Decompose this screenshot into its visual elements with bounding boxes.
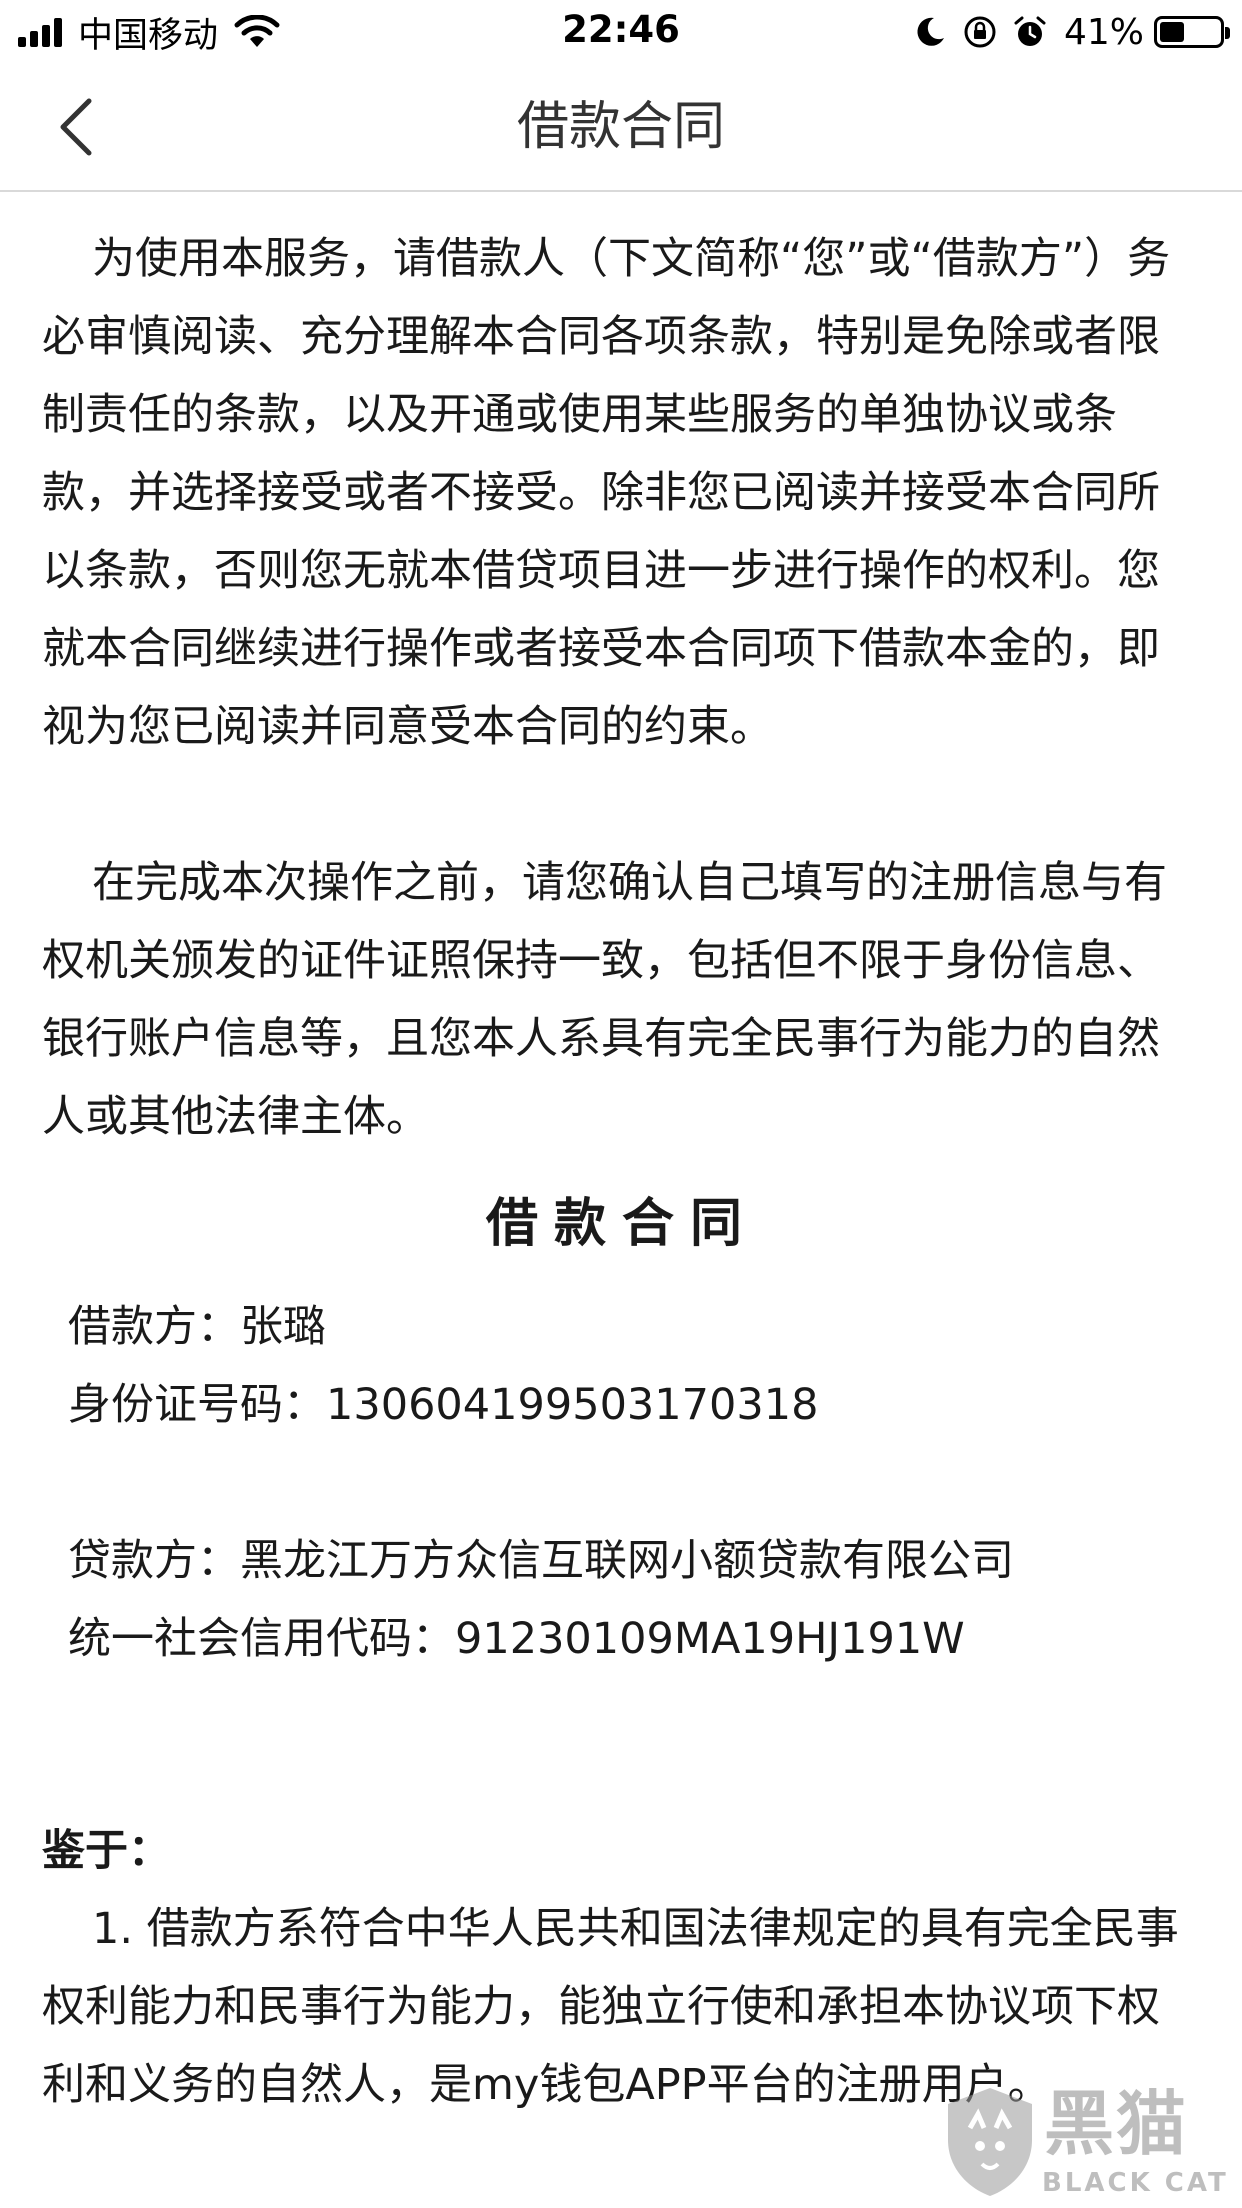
lender-label: 贷款方： (68, 1536, 240, 1586)
credit-code-label: 统一社会信用代码： (68, 1614, 455, 1664)
battery-icon (1154, 16, 1230, 48)
borrower-name: 张璐 (240, 1302, 326, 1352)
nav-bar: 借款合同 (0, 62, 1242, 192)
moon-icon (917, 17, 944, 46)
status-right: 41% (898, 10, 1230, 54)
watermark-text: 黑猫 (1044, 2083, 1188, 2165)
lender-name: 黑龙江万方众信互联网小额贷款有限公司 (240, 1536, 1014, 1586)
id-number: 130604199503170318 (326, 1380, 819, 1430)
id-label: 身份证号码： (68, 1380, 326, 1430)
id-number-line: 身份证号码：130604199503170318 (42, 1366, 1202, 1444)
lender-line: 贷款方：黑龙江万方众信互联网小额贷款有限公司 (42, 1522, 1202, 1600)
contract-heading: 借款合同 (485, 1194, 758, 1254)
whereas-heading: 鉴于： (42, 1826, 171, 1876)
cat-shield-logo-icon (948, 2088, 1032, 2196)
screen: 中国移动 22:46 41% 借款合同 为使用本服务，请借款人（下文简称“您”或… (0, 0, 1242, 2208)
watermark-subtext: BLACK CAT (1042, 2168, 1229, 2198)
page-title: 借款合同 (516, 97, 725, 157)
intro-paragraph-1: 为使用本服务，请借款人（下文简称“您”或“借款方”）务必审慎阅读、充分理解本合同… (42, 234, 1171, 752)
alarm-icon (1014, 16, 1046, 46)
intro-paragraph-2: 在完成本次操作之前，请您确认自己填写的注册信息与有权机关颁发的证件证照保持一致，… (42, 858, 1167, 1142)
black-cat-watermark: 黑猫 BLACK CAT (934, 2084, 1234, 2204)
battery-fill (1160, 22, 1184, 42)
battery-percent: 41% (1063, 11, 1144, 53)
credit-code: 91230109MA19HJ191W (455, 1614, 965, 1664)
borrower-label: 借款方： (68, 1302, 240, 1352)
borrower-line: 借款方：张璐 (42, 1288, 1202, 1366)
status-bar: 中国移动 22:46 41% (0, 0, 1242, 62)
orientation-lock-icon (964, 16, 996, 48)
contract-content[interactable]: 为使用本服务，请借款人（下文简称“您”或“借款方”）务必审慎阅读、充分理解本合同… (42, 220, 1202, 2124)
credit-code-line: 统一社会信用代码：91230109MA19HJ191W (42, 1600, 1202, 1678)
